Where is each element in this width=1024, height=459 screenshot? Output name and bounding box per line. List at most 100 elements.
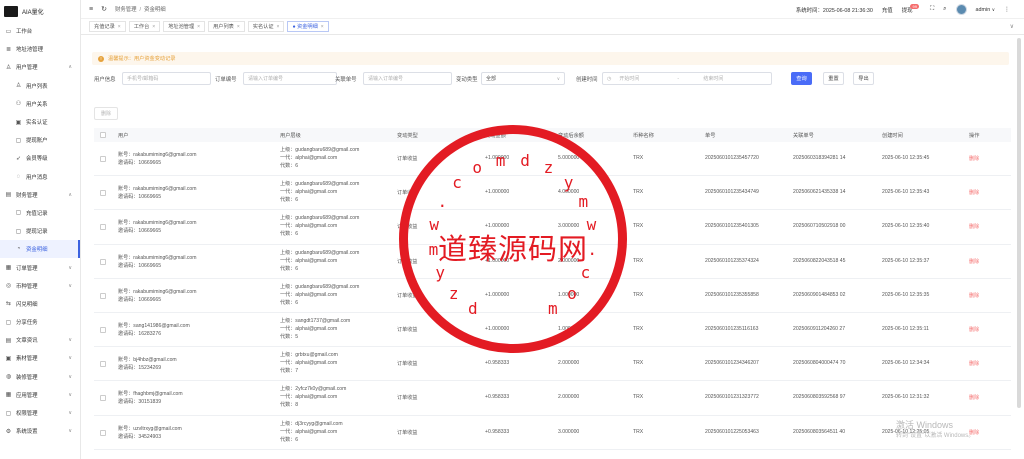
tab-bar: 充值记录 × 工作台 × 地址池管理 × 用户列表 × 实名认证 × ● 资金明细 × ∨ — [81, 19, 1024, 35]
change-type: 订单收益 — [397, 326, 418, 333]
sidebar-item[interactable]: ◌ 用户消息 — [0, 168, 80, 186]
sidebar-item[interactable]: ♙ 用户列表 — [0, 77, 80, 95]
close-icon[interactable]: × — [152, 24, 155, 30]
row-checkbox[interactable] — [100, 429, 106, 436]
parent-user: 上级：dj3rcyyg@gmail.com — [280, 420, 343, 427]
vertical-scrollbar[interactable] — [1016, 36, 1022, 459]
tab[interactable]: 实名认证 × — [247, 21, 285, 32]
notice-text: 温馨提示：用户资金变动记录 — [108, 56, 176, 62]
scrollbar-thumb[interactable] — [1017, 38, 1021, 408]
app-window: AIA量化 ▭ 工作台 ≣ 地址池管理 ♙ 用户管理 ∧ ♙ 用户列表 ⚇ 用户关系 ▣ 实名认证 ▢ 提现… — [0, 0, 1024, 459]
close-icon[interactable]: × — [277, 24, 280, 30]
delete-link[interactable]: 删除 — [969, 258, 979, 265]
row-checkbox[interactable] — [100, 190, 106, 197]
delete-link[interactable]: 删除 — [969, 223, 979, 230]
tab[interactable]: 充值记录 × — [89, 21, 126, 32]
withdraw-link[interactable]: 提现99 — [902, 3, 921, 14]
recharge-link[interactable]: 充值 — [882, 6, 893, 14]
user-menu[interactable]: admin ∨ — [976, 7, 995, 13]
breadcrumb-separator: / — [139, 7, 142, 13]
row-checkbox[interactable] — [100, 361, 106, 368]
sidebar-item[interactable]: ▢ 提现记录 — [0, 222, 80, 240]
sidebar-item[interactable]: ▢ 分享任务 — [0, 313, 80, 331]
close-icon[interactable]: × — [321, 24, 324, 30]
system-time: 系统时间：2025-06-08 21:36:30 — [795, 7, 873, 14]
export-button[interactable]: 导出 — [853, 72, 874, 85]
chat-icon: ◌ — [16, 173, 21, 180]
column-header: 操作 — [969, 133, 980, 139]
row-checkbox[interactable] — [100, 224, 106, 231]
order-no: 2025060101235401305 — [705, 223, 759, 230]
date-range-picker[interactable]: ◷ 开始时间 - 结束时间 — [602, 72, 772, 85]
sidebar-item-label: 订单管理 — [16, 265, 38, 272]
sidebar-item[interactable]: ⚙ 系统设置 ∨ — [0, 422, 80, 440]
reset-button[interactable]: 重置 — [823, 72, 844, 85]
sidebar-item[interactable]: ▤ 文章资讯 ∨ — [0, 331, 80, 349]
search-icon[interactable]: ⌕ — [943, 6, 946, 13]
brand[interactable]: AIA量化 — [0, 0, 80, 22]
sidebar-item[interactable]: ▣ 实名认证 — [0, 113, 80, 131]
more-icon[interactable]: ⋮ — [1004, 6, 1010, 13]
row-checkbox[interactable] — [100, 258, 106, 265]
tab[interactable]: 用户列表 × — [208, 21, 245, 32]
sidebar-item[interactable]: ▣ 素材管理 ∨ — [0, 349, 80, 367]
row-checkbox[interactable] — [100, 292, 106, 299]
tabs-more-icon[interactable]: ∨ — [1010, 23, 1014, 30]
search-button[interactable]: 查询 — [791, 72, 812, 85]
sidebar-item[interactable]: ▦ 订单管理 ∨ — [0, 258, 80, 276]
breadcrumb-item[interactable]: 财务管理 — [115, 7, 137, 13]
change-type: 订单收益 — [397, 224, 418, 231]
user-info-placeholder: 手机号/邮箱码 — [127, 76, 159, 82]
row-checkbox[interactable] — [100, 395, 106, 402]
created-time: 2025-06-10 12:35:40 — [882, 223, 930, 230]
avatar[interactable] — [955, 4, 967, 15]
tab[interactable]: 工作台 × — [128, 21, 161, 32]
sidebar-item[interactable]: ➶ 会员等级 — [0, 149, 80, 167]
delete-link[interactable]: 删除 — [969, 189, 979, 196]
delete-link[interactable]: 删除 — [969, 360, 979, 367]
row-checkbox[interactable] — [100, 156, 106, 162]
sidebar-item[interactable]: ♙ 用户管理 ∧ — [0, 58, 80, 76]
close-icon[interactable]: × — [197, 24, 200, 30]
list-icon: ≣ — [5, 46, 12, 53]
batch-delete-button[interactable]: 删除 — [94, 107, 118, 120]
refresh-icon[interactable]: ↻ — [101, 5, 107, 13]
row-checkbox[interactable] — [100, 326, 106, 333]
change-type-select[interactable]: 全部 ∨ — [481, 72, 565, 85]
delete-link[interactable]: 删除 — [969, 292, 979, 299]
balance-after: 5.000000 — [558, 155, 580, 161]
sidebar-item[interactable]: ◍ 装修管理 ∨ — [0, 368, 80, 386]
menu-toggle-icon[interactable]: ≡ — [89, 6, 93, 13]
sidebar-item[interactable]: ▢ 权限管理 ∨ — [0, 404, 80, 422]
sidebar-item[interactable]: ▦ 应用管理 ∨ — [0, 386, 80, 404]
delete-link[interactable]: 删除 — [969, 326, 979, 333]
sidebar-item[interactable]: ⇆ 闪兑明细 — [0, 295, 80, 313]
sidebar-item[interactable]: ▢ 充值记录 — [0, 204, 80, 222]
generation: 代数：6 — [280, 163, 299, 169]
coin-name: TRX — [633, 155, 644, 161]
sidebar-item[interactable]: ≣ 地址池管理 — [0, 40, 80, 58]
parent-user: 上级：gudangbaru689@gmail.com — [280, 181, 360, 188]
delete-link[interactable]: 删除 — [969, 394, 979, 401]
user-info-input[interactable]: 手机号/邮箱码 — [122, 72, 211, 85]
balance-after: 3.000000 — [558, 428, 580, 435]
tab-label: 充值记录 — [94, 24, 115, 30]
sidebar-item[interactable]: ⚇ 用户关系 — [0, 95, 80, 113]
close-icon[interactable]: × — [118, 24, 121, 30]
related-no: 2025060318394281 14 — [793, 155, 846, 161]
sidebar-item[interactable]: ◎ 币种管理 ∨ — [0, 277, 80, 295]
order-no-input[interactable]: 请输入订单编号 — [243, 72, 337, 85]
fullscreen-icon[interactable]: ⛶ — [930, 6, 934, 13]
tab[interactable]: 地址池管理 × — [163, 21, 206, 32]
sidebar-item[interactable]: ▭ 工作台 — [0, 22, 80, 40]
related-no-input[interactable]: 请输入订单编号 — [363, 72, 452, 85]
sidebar-item[interactable]: ▢ 提现账户 — [0, 131, 80, 149]
select-all-checkbox[interactable] — [100, 132, 106, 138]
close-icon[interactable]: × — [237, 24, 240, 30]
sidebar-item-label: 会员等级 — [26, 156, 48, 163]
sidebar-item[interactable]: ◔ 资金明细 — [0, 240, 80, 259]
tab[interactable]: ● 资金明细 × — [287, 21, 329, 32]
balance-after: 1.000000 — [558, 325, 580, 332]
sidebar-item[interactable]: ▤ 财务管理 ∧ — [0, 186, 80, 204]
delete-link[interactable]: 删除 — [969, 155, 979, 162]
